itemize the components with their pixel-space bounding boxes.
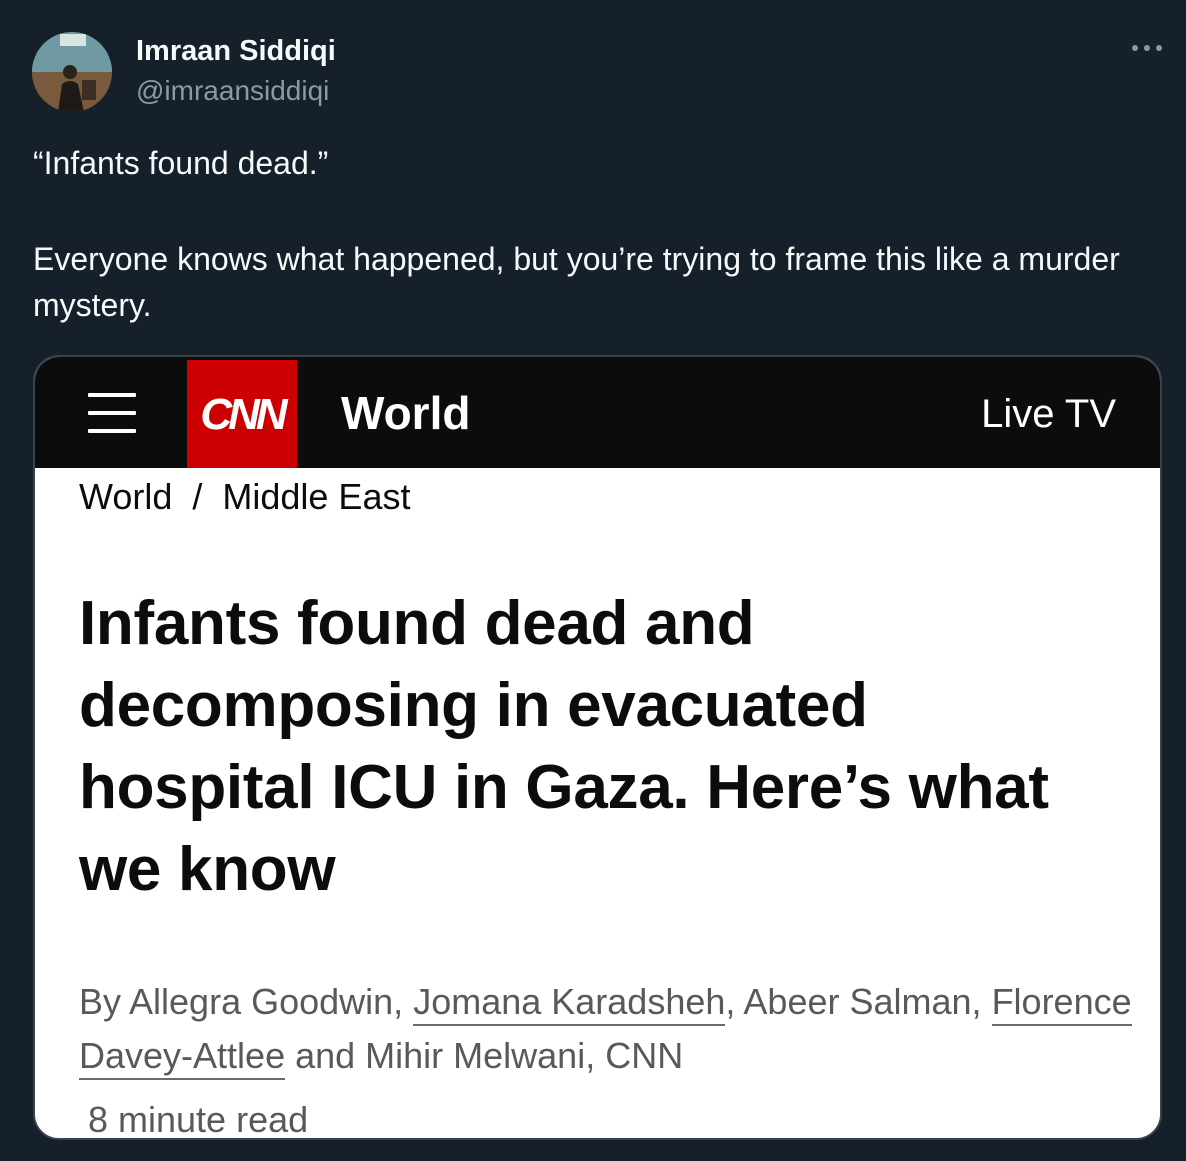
avatar[interactable] (32, 32, 112, 112)
byline-middle: , Abeer Salman, (725, 981, 992, 1022)
hamburger-menu-icon (88, 393, 136, 433)
breadcrumb-separator: / (192, 476, 203, 517)
author-name[interactable]: Imraan Siddiqi (136, 34, 336, 68)
cnn-logo: CNN (187, 360, 297, 468)
cnn-header: CNN World Live TV (35, 357, 1160, 468)
byline-prefix: By Allegra Goodwin, (79, 981, 414, 1022)
article-byline: By Allegra Goodwin, Jomana Karadsheh, Ab… (79, 975, 1139, 1083)
author-handle[interactable]: @imraansiddiqi (136, 75, 329, 107)
byline-suffix: and Mihir Melwani, CNN (285, 1035, 684, 1076)
live-tv-link: Live TV (981, 392, 1116, 436)
section-title: World (341, 387, 471, 439)
read-time: 8 minute read (88, 1099, 309, 1140)
breadcrumb: World / Middle East (79, 476, 410, 518)
breadcrumb-middle-east: Middle East (222, 476, 411, 517)
avatar-photo (32, 32, 112, 112)
article-headline: Infants found dead and decomposing in ev… (79, 589, 1049, 904)
breadcrumb-world: World (79, 476, 173, 517)
cnn-logo-text: CNN (200, 390, 287, 439)
tweet-text-line-2: Everyone knows what happened, but you’re… (33, 241, 1120, 323)
byline-author-link: Jomana Karadsheh (413, 981, 726, 1026)
article-card[interactable]: CNN World Live TV World / Middle East Infa… (33, 355, 1162, 1140)
tweet-text-line-1: “Infants found dead.” (33, 145, 329, 181)
more-horizontal-icon[interactable] (1130, 38, 1164, 58)
tweet: Imraan Siddiqi @imraansiddiqi “Infants f… (0, 0, 1186, 1161)
